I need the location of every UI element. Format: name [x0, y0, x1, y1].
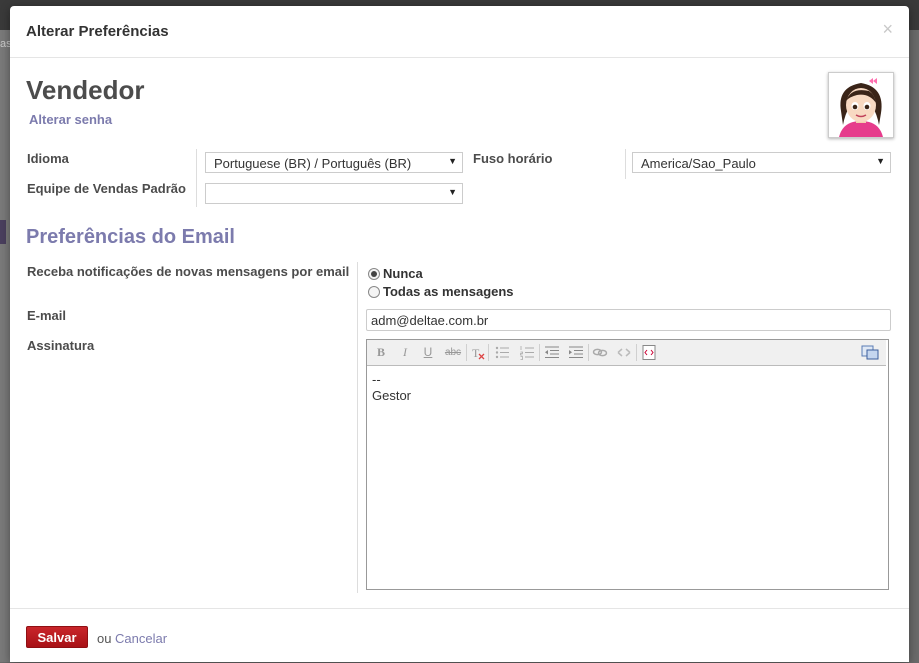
unordered-list-icon[interactable] [494, 345, 510, 360]
radio-unchecked-icon[interactable] [368, 285, 380, 298]
field-separator [196, 149, 197, 207]
toolbar-separator [636, 344, 637, 361]
editor-toolbar: B I U abc T [367, 340, 886, 366]
bold-icon[interactable]: B [374, 345, 388, 360]
signature-editor-content[interactable]: -- Gestor [372, 372, 411, 404]
dialog-header: Alterar Preferências × [10, 6, 909, 58]
or-text: ou [97, 631, 112, 646]
dialog-title: Alterar Preferências [26, 23, 169, 40]
toolbar-separator [539, 344, 540, 361]
link-icon[interactable] [592, 345, 608, 360]
background-sidebar-marker [0, 220, 6, 244]
toolbar-separator [466, 344, 467, 361]
italic-icon[interactable]: I [398, 345, 412, 360]
email-field-value: adm@deltae.com.br [371, 313, 489, 328]
sales-team-label: Equipe de Vendas Padrão [27, 181, 186, 196]
signature-editor[interactable]: B I U abc T -- Gestor [366, 339, 889, 590]
signature-label: Assinatura [27, 338, 95, 353]
background-app-sidebar: as [0, 30, 12, 662]
svg-text:T: T [472, 346, 480, 360]
dropdown-arrow-icon: ▼ [876, 156, 885, 166]
sales-team-select[interactable]: ▼ [205, 183, 463, 204]
radio-option-label: Nunca [383, 266, 423, 281]
source-code-icon[interactable] [641, 345, 657, 360]
html-view-icon[interactable] [861, 345, 879, 360]
radio-checked-icon[interactable] [368, 267, 380, 280]
timezone-select[interactable]: America/Sao_Paulo ▼ [632, 152, 891, 173]
unlink-icon[interactable] [616, 345, 632, 360]
dropdown-arrow-icon: ▼ [448, 187, 457, 197]
language-label: Idioma [27, 151, 69, 166]
cancel-link[interactable]: Cancelar [115, 631, 167, 646]
avatar[interactable] [828, 72, 894, 138]
email-field[interactable]: adm@deltae.com.br [366, 309, 891, 331]
timezone-label: Fuso horário [473, 151, 553, 166]
dropdown-arrow-icon: ▼ [448, 156, 457, 166]
radio-option-todas[interactable]: Todas as mensagens [368, 284, 514, 299]
radio-option-label: Todas as mensagens [383, 284, 514, 299]
email-preferences-section-title: Preferências do Email [26, 226, 235, 248]
avatar-image [829, 73, 893, 137]
save-button[interactable]: Salvar [26, 626, 88, 648]
notifications-label: Receba notificações de novas mensagens p… [27, 264, 350, 279]
dialog-footer: Salvar ou Cancelar [10, 608, 909, 663]
email-label: E-mail [27, 308, 67, 323]
language-select[interactable]: Portuguese (BR) / Português (BR) ▼ [205, 152, 463, 173]
language-select-value: Portuguese (BR) / Português (BR) [214, 156, 412, 171]
radio-option-nunca[interactable]: Nunca [368, 266, 423, 281]
toolbar-separator [488, 344, 489, 361]
change-password-link[interactable]: Alterar senha [29, 112, 112, 127]
user-name: Vendedor [26, 75, 145, 105]
indent-icon[interactable] [568, 345, 584, 360]
timezone-select-value: America/Sao_Paulo [641, 156, 756, 171]
outdent-icon[interactable] [544, 345, 560, 360]
signature-line: -- [372, 372, 381, 387]
strikethrough-icon[interactable]: abc [443, 345, 463, 360]
toolbar-separator [588, 344, 589, 361]
ordered-list-icon[interactable] [519, 345, 535, 360]
preferences-dialog: Alterar Preferências × Vendedor Alterar … [10, 6, 909, 662]
underline-icon[interactable]: U [421, 345, 435, 360]
field-separator [357, 262, 358, 593]
close-icon[interactable]: × [882, 20, 893, 38]
signature-line: Gestor [372, 388, 412, 403]
remove-format-icon[interactable]: T [470, 345, 486, 360]
field-separator [625, 149, 626, 179]
